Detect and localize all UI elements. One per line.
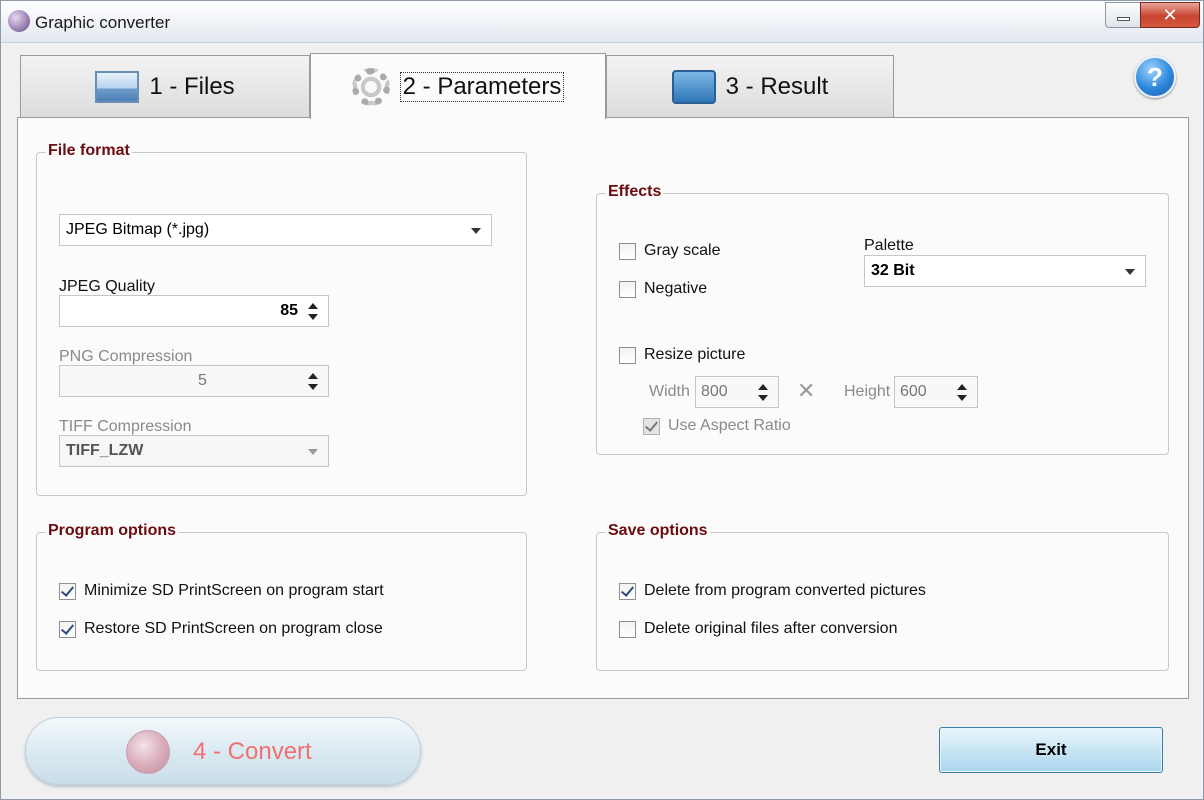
png-compression-value: 5 (198, 372, 207, 389)
effects-group: Effects Gray scale Negative Palette 32 B… (596, 183, 1169, 455)
tab-parameters[interactable]: 2 - Parameters (310, 53, 606, 119)
file-format-title: File format (46, 142, 132, 160)
width-value: 800 (701, 383, 728, 400)
width-label: Width (649, 383, 690, 400)
chevron-down-icon (308, 449, 318, 455)
tab-parameters-label: 2 - Parameters (399, 71, 565, 102)
checkbox-icon (619, 620, 636, 638)
parameters-panel: File format JPEG Bitmap (*.jpg) JPEG Qua… (17, 117, 1189, 699)
width-stepper[interactable]: 800 (695, 376, 779, 408)
arrow-up-icon[interactable] (758, 384, 768, 390)
png-compression-stepper[interactable]: 5 (59, 365, 329, 397)
jpeg-quality-value: 85 (280, 302, 298, 319)
aspect-ratio-checkbox[interactable]: Use Aspect Ratio (643, 417, 791, 435)
save-options-group: Save options Delete from program convert… (596, 522, 1169, 671)
height-value: 600 (900, 383, 927, 400)
program-options-title: Program options (46, 522, 179, 540)
negative-checkbox[interactable]: Negative (619, 280, 707, 298)
close-button[interactable]: ✕ (1140, 2, 1200, 28)
help-button[interactable]: ? (1134, 56, 1176, 98)
jpeg-quality-label: JPEG Quality (59, 278, 156, 295)
file-format-select[interactable]: JPEG Bitmap (*.jpg) (59, 214, 492, 246)
checkbox-icon (619, 346, 636, 364)
delete-converted-checkbox[interactable]: Delete from program converted pictures (619, 582, 926, 600)
palette-label: Palette (864, 237, 914, 254)
tiff-compression-value: TIFF_LZW (66, 442, 144, 459)
gray-scale-checkbox[interactable]: Gray scale (619, 242, 720, 260)
window-title: Graphic converter (35, 13, 171, 32)
height-stepper[interactable]: 600 (894, 376, 978, 408)
negative-label: Negative (644, 280, 708, 297)
convert-icon (126, 730, 170, 774)
gray-scale-label: Gray scale (644, 242, 721, 259)
checkbox-icon (619, 280, 636, 298)
delete-original-label: Delete original files after conversion (644, 620, 898, 637)
file-format-value: JPEG Bitmap (*.jpg) (66, 221, 210, 238)
tiff-compression-select[interactable]: TIFF_LZW (59, 435, 329, 467)
chevron-down-icon (1125, 269, 1135, 275)
checkbox-checked-icon (59, 620, 76, 638)
graphic-converter-window: Graphic converter ✕ 1 - Files 2 - Parame… (0, 0, 1204, 800)
tab-bar: 1 - Files 2 - Parameters 3 - Result (1, 43, 1203, 119)
chevron-down-icon (471, 228, 481, 234)
effects-title: Effects (606, 183, 664, 201)
resize-picture-checkbox[interactable]: Resize picture (619, 346, 745, 364)
delete-original-checkbox[interactable]: Delete original files after conversion (619, 620, 897, 638)
tab-result[interactable]: 3 - Result (606, 55, 894, 117)
minimize-on-start-checkbox[interactable]: Minimize SD PrintScreen on program start (59, 582, 384, 600)
file-format-group: File format JPEG Bitmap (*.jpg) JPEG Qua… (36, 142, 527, 496)
result-icon (671, 69, 716, 104)
aspect-ratio-label: Use Aspect Ratio (668, 417, 791, 434)
times-icon: ✕ (797, 378, 816, 403)
arrow-down-icon[interactable] (957, 395, 967, 401)
checkbox-checked-icon (619, 582, 636, 600)
exit-button[interactable]: Exit (939, 727, 1163, 773)
minimize-on-start-label: Minimize SD PrintScreen on program start (84, 582, 384, 599)
height-label: Height (844, 383, 891, 400)
minimize-button[interactable] (1105, 2, 1141, 28)
tab-files[interactable]: 1 - Files (20, 55, 310, 117)
program-options-group: Program options Minimize SD PrintScreen … (36, 522, 527, 671)
delete-converted-label: Delete from program converted pictures (644, 582, 926, 599)
arrow-up-icon[interactable] (957, 384, 967, 390)
checkbox-checked-icon (643, 417, 660, 435)
restore-on-close-checkbox[interactable]: Restore SD PrintScreen on program close (59, 620, 383, 638)
convert-label: 4 - Convert (193, 738, 312, 765)
tab-result-label: 3 - Result (725, 72, 829, 100)
arrow-down-icon[interactable] (308, 314, 318, 320)
arrow-up-icon[interactable] (308, 373, 318, 379)
picture-icon (95, 70, 140, 103)
save-options-title: Save options (606, 522, 710, 540)
tiff-compression-label: TIFF Compression (59, 418, 192, 435)
checkbox-checked-icon (59, 582, 76, 600)
tab-files-label: 1 - Files (149, 72, 235, 100)
restore-on-close-label: Restore SD PrintScreen on program close (84, 620, 383, 637)
png-compression-label: PNG Compression (59, 348, 193, 365)
palette-select[interactable]: 32 Bit (864, 255, 1146, 287)
arrow-up-icon[interactable] (308, 303, 318, 309)
jpeg-quality-stepper[interactable]: 85 (59, 295, 329, 327)
app-icon (8, 10, 30, 32)
arrow-down-icon[interactable] (758, 395, 768, 401)
checkbox-icon (619, 242, 636, 260)
convert-button[interactable]: 4 - Convert (25, 717, 421, 785)
title-bar[interactable]: Graphic converter ✕ (1, 1, 1203, 43)
minimize-icon (1117, 17, 1130, 21)
arrow-down-icon[interactable] (308, 384, 318, 390)
gear-icon (351, 67, 390, 106)
resize-picture-label: Resize picture (644, 346, 746, 363)
palette-value: 32 Bit (871, 262, 915, 279)
